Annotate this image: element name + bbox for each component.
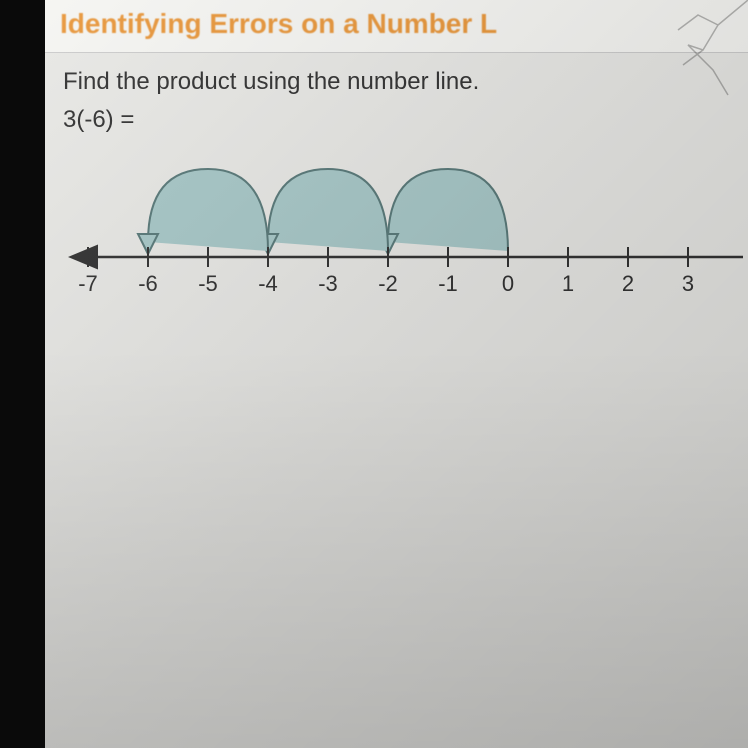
svg-text:-7: -7: [78, 271, 98, 296]
instruction-text: Find the product using the number line.: [63, 68, 730, 96]
device-bezel: [0, 0, 45, 748]
tick--1: -1: [438, 247, 458, 296]
arc-jump-2: [268, 169, 388, 251]
screen-content: Identifying Errors on a Number L Find th…: [45, 0, 748, 748]
problem-content: Find the product using the number line. …: [45, 53, 748, 334]
svg-text:-3: -3: [318, 271, 338, 296]
svg-text:-1: -1: [438, 271, 458, 296]
equation-text: 3(-6) =: [63, 106, 730, 134]
arc-jump-1: [388, 169, 508, 251]
tick-0: 0: [502, 247, 514, 296]
svg-text:-6: -6: [138, 271, 158, 296]
tick--7: -7: [78, 247, 98, 296]
tick--5: -5: [198, 247, 218, 296]
number-line-diagram: -7 -6 -5 -4: [63, 139, 743, 319]
svg-text:2: 2: [622, 271, 634, 296]
number-line-svg: -7 -6 -5 -4: [63, 139, 743, 319]
tick--2: -2: [378, 247, 398, 296]
svg-text:-2: -2: [378, 271, 398, 296]
number-line-ticks: -7 -6 -5 -4: [78, 247, 694, 296]
svg-text:0: 0: [502, 271, 514, 296]
svg-text:-5: -5: [198, 271, 218, 296]
tick-2: 2: [622, 247, 634, 296]
tick--3: -3: [318, 247, 338, 296]
tick-3: 3: [682, 247, 694, 296]
tick-1: 1: [562, 247, 574, 296]
arc-jump-3: [148, 169, 268, 251]
tick--6: -6: [138, 247, 158, 296]
lesson-title: Identifying Errors on a Number L: [60, 8, 733, 40]
svg-text:1: 1: [562, 271, 574, 296]
lesson-header: Identifying Errors on a Number L: [45, 0, 748, 53]
number-line-arcs: [138, 169, 508, 254]
svg-text:3: 3: [682, 271, 694, 296]
svg-text:-4: -4: [258, 271, 278, 296]
tick--4: -4: [258, 247, 278, 296]
